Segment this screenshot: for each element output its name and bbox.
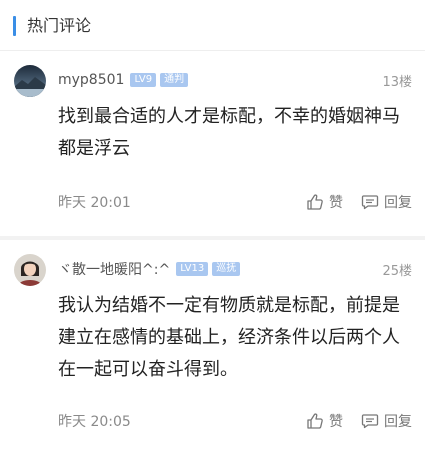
- reply-button[interactable]: 回复: [361, 192, 412, 212]
- timestamp: 昨天 20:01: [58, 195, 131, 211]
- user-info: myp8501 LV9 通判: [58, 69, 192, 91]
- role-badge: 通判: [160, 73, 189, 87]
- floor-number: 13楼: [382, 75, 412, 90]
- role-badge: 巡抚: [212, 262, 241, 276]
- comment-item: ヾ散一地暖阳^:^ LV13 巡抚 25楼 我认为结婚不一定有物质就是标配，前提…: [0, 240, 425, 460]
- avatar[interactable]: [14, 65, 46, 97]
- floor-number: 25楼: [382, 264, 412, 279]
- comment-footer: 昨天 20:05 赞 回复: [58, 410, 412, 432]
- thumbs-up-icon: [307, 194, 323, 210]
- avatar[interactable]: [14, 254, 46, 286]
- reply-label: 回复: [384, 414, 412, 430]
- comment-item: myp8501 LV9 通判 13楼 找到最合适的人才是标配，不幸的婚姻神马都是…: [0, 51, 425, 236]
- like-button[interactable]: 赞: [306, 411, 343, 431]
- user-info: ヾ散一地暖阳^:^ LV13 巡抚: [58, 258, 244, 280]
- like-label: 赞: [329, 414, 343, 430]
- username[interactable]: ヾ散一地暖阳^:^: [58, 259, 170, 279]
- level-badge: LV13: [176, 262, 209, 276]
- like-label: 赞: [329, 195, 343, 211]
- accent-bar: [13, 16, 16, 36]
- reply-label: 回复: [384, 195, 412, 211]
- timestamp: 昨天 20:05: [58, 414, 131, 430]
- section-header: 热门评论: [0, 0, 425, 50]
- thumbs-up-icon: [307, 413, 323, 429]
- comment-icon: [361, 195, 379, 210]
- section-title: 热门评论: [27, 16, 92, 35]
- reply-button[interactable]: 回复: [361, 411, 412, 431]
- like-button[interactable]: 赞: [306, 192, 343, 212]
- comment-text: 我认为结婚不一定有物质就是标配，前提是建立在感情的基础上，经济条件以后两个人在一…: [58, 295, 400, 380]
- comment-footer: 昨天 20:01 赞 回复: [58, 191, 412, 213]
- username[interactable]: myp8501: [58, 72, 124, 88]
- comment-text: 找到最合适的人才是标配，不幸的婚姻神马都是浮云: [58, 106, 400, 159]
- level-badge: LV9: [130, 73, 157, 87]
- comment-icon: [361, 414, 379, 429]
